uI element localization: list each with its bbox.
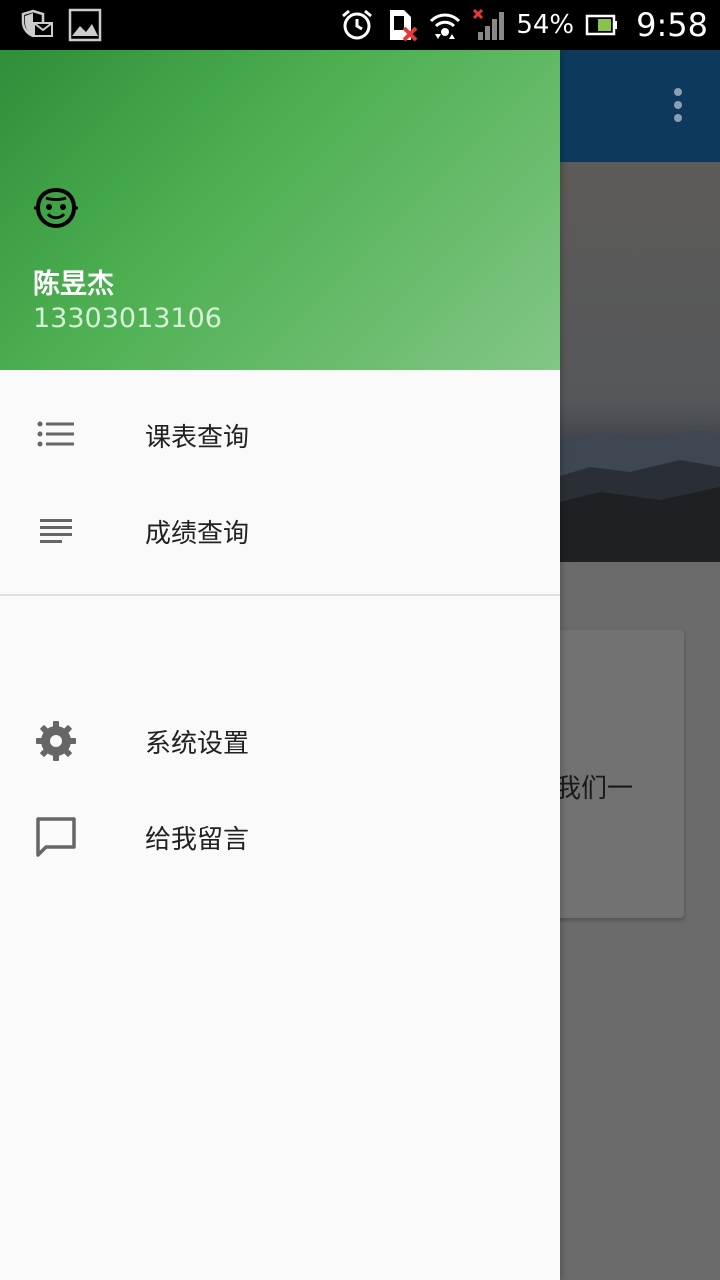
image-icon — [68, 8, 102, 42]
drawer-header: 陈昱杰 13303013106 — [0, 50, 560, 370]
menu-divider — [0, 594, 560, 596]
list-icon — [37, 421, 74, 447]
wifi-icon — [430, 13, 461, 39]
status-bar: 54% 9:58 — [0, 0, 720, 50]
menu-item-grades[interactable]: 成绩查询 — [0, 483, 560, 579]
notes-icon — [40, 519, 72, 543]
menu-label-schedule: 课表查询 — [145, 422, 250, 453]
settings-icon — [36, 721, 76, 761]
menu-item-feedback[interactable]: 给我留言 — [0, 789, 560, 885]
menu-item-schedule[interactable]: 课表查询 — [0, 387, 560, 483]
message-icon — [36, 817, 76, 857]
sim-error-icon — [390, 10, 418, 42]
menu-label-settings: 系统设置 — [145, 728, 250, 759]
face-icon[interactable] — [32, 184, 80, 232]
alarm-icon — [342, 9, 373, 40]
battery-percent: 54% — [516, 10, 575, 40]
user-name: 陈昱杰 — [33, 269, 114, 300]
overflow-menu-icon — [674, 88, 684, 124]
signal-icon — [473, 8, 505, 40]
shield-mail-icon — [21, 9, 53, 38]
battery-icon — [585, 14, 618, 36]
menu-item-settings[interactable]: 系统设置 — [0, 693, 560, 789]
navigation-drawer: 陈昱杰 13303013106 课表查询 成绩查询 系统设置 给我留言 — [0, 50, 560, 1280]
menu-label-grades: 成绩查询 — [145, 518, 250, 549]
user-phone: 13303013106 — [33, 303, 222, 334]
background-card-text: 我们一 — [555, 774, 634, 804]
clock: 9:58 — [636, 6, 708, 44]
menu-label-feedback: 给我留言 — [145, 824, 250, 855]
